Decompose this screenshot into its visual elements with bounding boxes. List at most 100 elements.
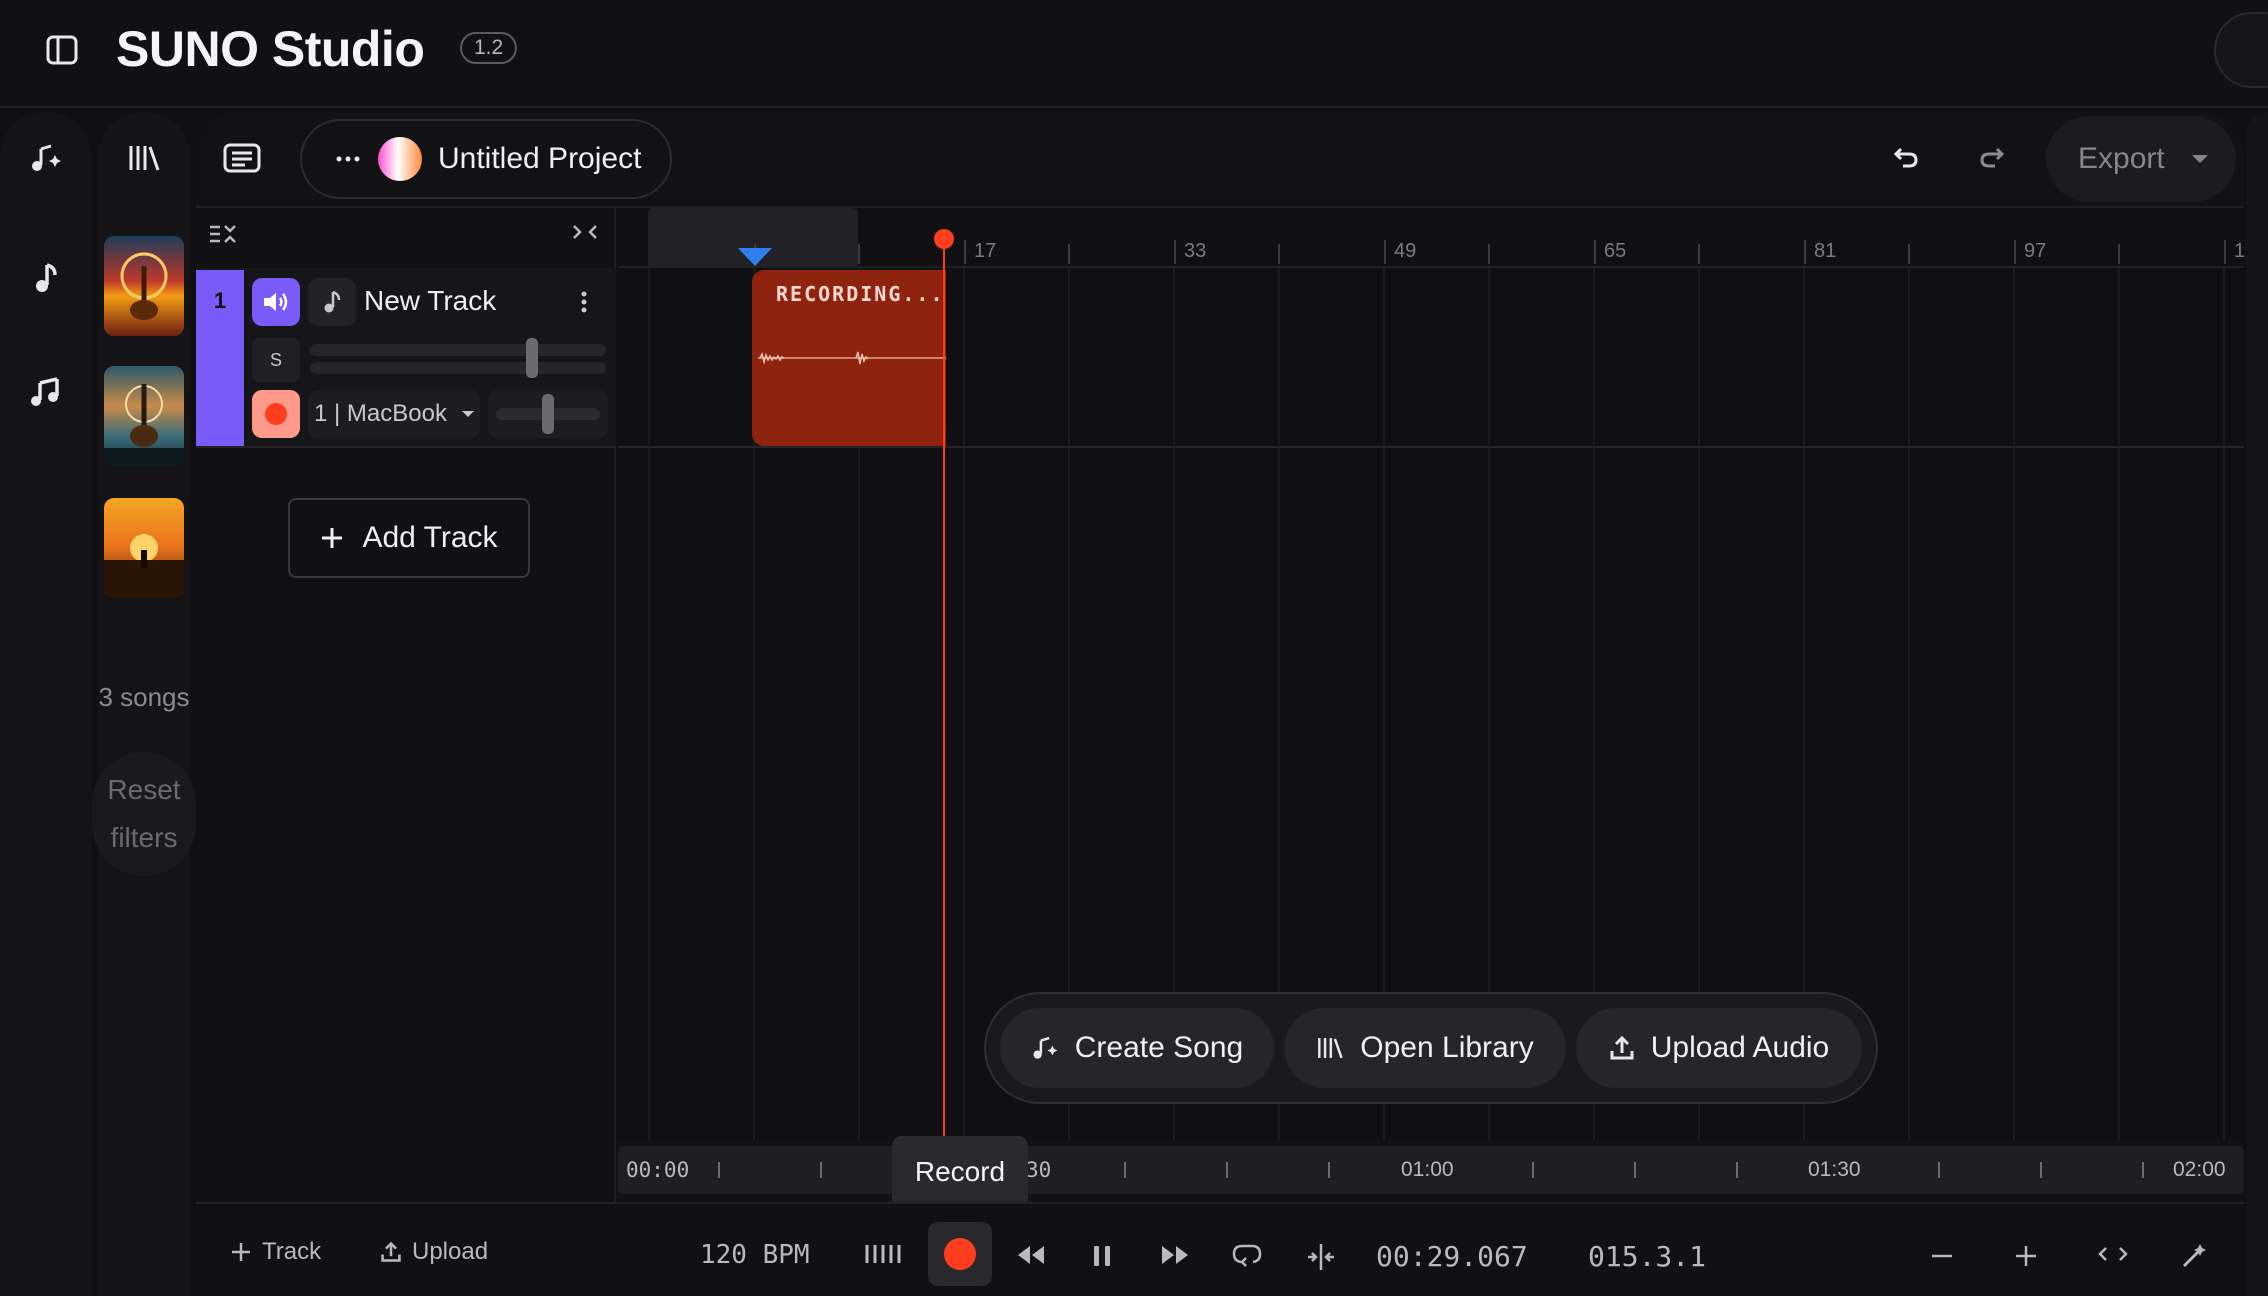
record-dot-icon	[943, 1237, 977, 1271]
ruler-label: 33	[1184, 240, 1207, 262]
project-selector[interactable]: Untitled Project	[300, 119, 672, 199]
volume-meter	[310, 344, 606, 356]
undo-button[interactable]	[1884, 136, 1928, 180]
mute-button[interactable]	[252, 278, 300, 326]
pause-button[interactable]	[1090, 1244, 1114, 1268]
input-device-select[interactable]: 1 | MacBook	[308, 390, 480, 438]
right-rail	[2246, 112, 2268, 1296]
song-count: 3 songs	[98, 682, 190, 712]
music-notes-icon	[29, 375, 63, 409]
add-track-small-label: Track	[262, 1238, 322, 1265]
code-brackets-icon	[2096, 1244, 2130, 1264]
fast-forward-button[interactable]	[1160, 1244, 1190, 1266]
song-thumbnail[interactable]	[104, 236, 184, 336]
bar-position-readout: 015.3.1	[1588, 1240, 1707, 1273]
redo-button[interactable]	[1970, 136, 2014, 180]
playhead-handle[interactable]	[934, 229, 954, 249]
app-brand: SUNO Studio	[116, 21, 425, 77]
upload-audio-label: Upload Audio	[1650, 1031, 1830, 1064]
ruler-label: 49	[1394, 240, 1417, 262]
project-avatar	[378, 137, 422, 181]
chevron-down-icon	[2191, 154, 2209, 164]
open-library-button[interactable]: Open Library	[1284, 1008, 1566, 1088]
metronome-button[interactable]	[864, 1242, 904, 1266]
add-track-small-button[interactable]: Track	[230, 1238, 321, 1266]
ruler-label: 1	[2234, 240, 2246, 262]
record-tooltip: Record	[892, 1136, 1028, 1208]
create-song-button[interactable]: Create Song	[1000, 1008, 1274, 1088]
start-marker-icon[interactable]	[738, 248, 772, 266]
music-note-icon	[323, 290, 341, 314]
bar-ruler[interactable]	[618, 208, 2244, 268]
project-name: Untitled Project	[438, 142, 642, 175]
pause-icon	[1090, 1244, 1114, 1268]
song-thumbnail[interactable]	[104, 498, 184, 598]
speaker-icon	[262, 290, 290, 314]
music-note-icon	[33, 261, 59, 295]
snap-button[interactable]	[1306, 1242, 1336, 1272]
create-tool-button[interactable]	[0, 112, 92, 204]
fit-width-button[interactable]	[2096, 1244, 2130, 1264]
minus-icon	[1930, 1244, 1954, 1268]
reset-filters-button[interactable]: Reset filters	[92, 752, 196, 876]
rewind-icon	[1016, 1244, 1046, 1266]
upload-small-button[interactable]: Upload	[380, 1238, 488, 1266]
track-number: 1	[213, 288, 227, 313]
export-button[interactable]: Export	[2046, 116, 2236, 202]
rewind-button[interactable]	[1016, 1244, 1046, 1266]
upload-small-label: Upload	[412, 1238, 489, 1265]
double-note-button[interactable]	[0, 346, 92, 438]
plus-icon	[320, 526, 344, 550]
kebab-menu-icon	[581, 290, 587, 314]
song-thumbnail[interactable]	[104, 366, 184, 466]
instrument-button[interactable]	[308, 278, 356, 326]
lyrics-button[interactable]	[196, 112, 288, 204]
single-note-button[interactable]	[0, 232, 92, 324]
time-label: 00:00	[626, 1158, 690, 1182]
version-badge: 1.2	[460, 32, 518, 64]
clip-label: RECORDING...	[776, 282, 945, 306]
shrink-panel-button[interactable]	[570, 222, 600, 252]
record-arm-button[interactable]	[252, 390, 300, 438]
export-label: Export	[2078, 142, 2165, 175]
solo-button[interactable]: S	[252, 338, 300, 382]
music-sparkle-icon	[29, 141, 63, 175]
sidebar-toggle-icon[interactable]	[42, 30, 82, 70]
pan-slider[interactable]	[542, 394, 554, 434]
upload-audio-button[interactable]: Upload Audio	[1576, 1008, 1862, 1088]
volume-slider[interactable]	[526, 338, 538, 378]
record-button[interactable]	[928, 1222, 992, 1286]
collapse-icon	[208, 222, 238, 246]
loop-button[interactable]	[1232, 1242, 1262, 1268]
zoom-out-button[interactable]	[1930, 1244, 1954, 1268]
track-name[interactable]: New Track	[364, 285, 496, 317]
time-label: 30	[1026, 1158, 1052, 1182]
add-track-label: Add Track	[362, 521, 498, 554]
bpm-display[interactable]: 120 BPM	[700, 1240, 810, 1270]
track-menu-button[interactable]	[572, 284, 596, 320]
undo-icon	[1893, 146, 1919, 170]
plus-icon	[2014, 1244, 2038, 1268]
upload-icon	[380, 1241, 402, 1263]
time-label: 02:00	[2173, 1158, 2226, 1181]
more-options-icon[interactable]	[336, 156, 360, 162]
music-sparkle-icon	[1031, 1034, 1075, 1062]
snap-icon	[1306, 1242, 1336, 1272]
create-song-label: Create Song	[1074, 1031, 1244, 1064]
volume-meter	[310, 362, 606, 374]
collapse-tracks-button[interactable]	[208, 222, 238, 252]
time-readout: 00:29.067	[1376, 1240, 1528, 1273]
redo-icon	[1979, 146, 2005, 170]
ruler-label: 65	[1604, 240, 1627, 262]
magic-edit-button[interactable]	[2180, 1240, 2210, 1270]
lane-divider	[618, 446, 2244, 448]
time-label: 01:30	[1808, 1158, 1861, 1181]
zoom-in-button[interactable]	[2014, 1244, 2038, 1268]
library-icon	[1316, 1035, 1360, 1061]
add-track-button[interactable]: Add Track	[288, 498, 530, 578]
library-icon	[127, 143, 161, 173]
ruler-label: 97	[2024, 240, 2047, 262]
chevrons-in-icon	[570, 222, 600, 242]
library-button[interactable]	[98, 112, 190, 204]
plus-icon	[230, 1241, 252, 1263]
